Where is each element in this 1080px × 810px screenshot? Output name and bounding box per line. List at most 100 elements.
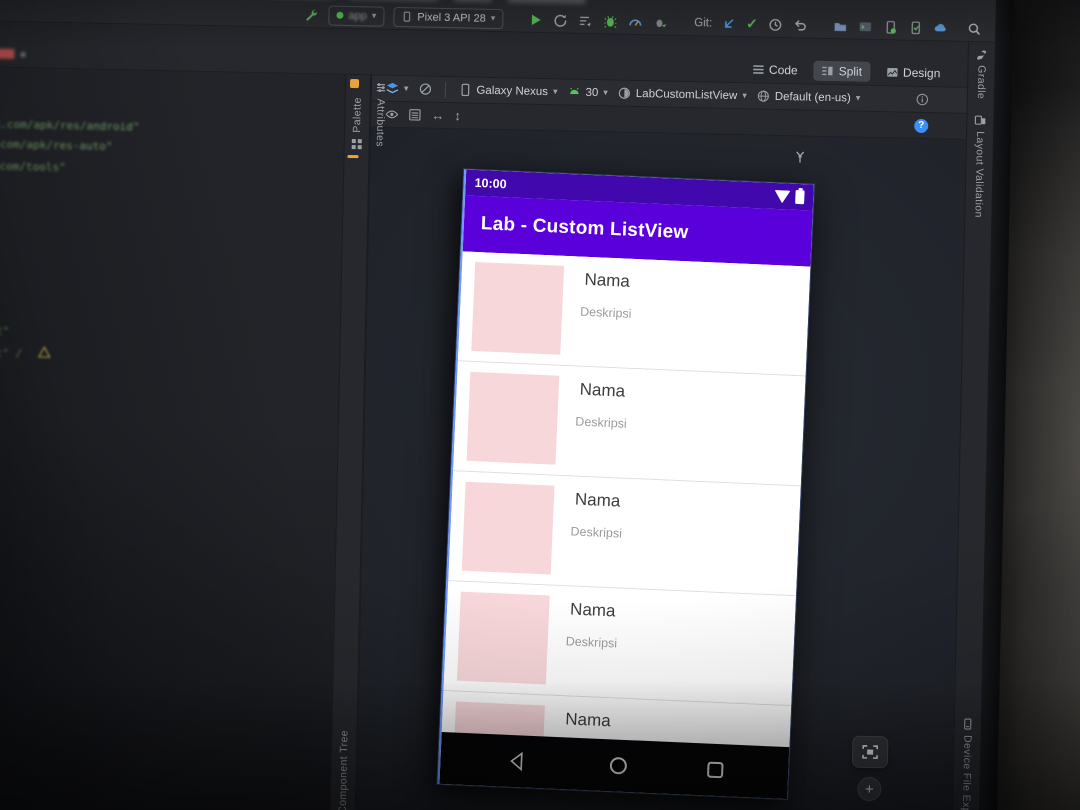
device-for-preview-dropdown[interactable]: Galaxy Nexus ▾ [458,83,558,98]
layout-list-icon[interactable] [408,108,421,121]
tab-split-label: Split [838,64,863,79]
split-mode-icon [822,66,833,76]
device-manager-icon[interactable] [882,19,898,35]
chevron-down-icon: ▾ [603,87,608,98]
run-icon[interactable] [527,11,543,27]
preview-device-label: Galaxy Nexus [476,84,549,98]
device-streaming-icon[interactable] [932,20,948,36]
theme-dropdown[interactable]: LabCustomListView ▾ [618,87,747,103]
chevron-down-icon: ▾ [552,86,558,97]
list-item[interactable]: Nama Deskripsi [448,471,801,597]
device-label: Pixel 3 API 28 [417,10,486,25]
app-title: Lab - Custom ListView [480,213,689,244]
listview[interactable]: Nama Deskripsi Nama Deskripsi Nama Deskr… [441,251,811,748]
item-description: Deskripsi [575,414,628,431]
list-item[interactable]: Nama Deskripsi [453,361,806,487]
android-studio-window: app ▾ Pixel 3 API 28 ▾ Git: ✓ Code Split… [0,0,1015,810]
palette-tab[interactable]: Palette [345,97,370,150]
help-icon[interactable]: ? [914,118,929,133]
attributes-tab-label: Attributes [373,98,387,148]
apply-code-changes-icon[interactable] [577,12,593,28]
photo-stage: app ▾ Pixel 3 API 28 ▾ Git: ✓ Code Split… [0,0,1080,810]
phone-preview[interactable]: 10:00 Lab - Custom ListView Nama Deskrip… [436,168,815,801]
battery-icon [795,189,805,205]
git-rollback-icon[interactable] [792,17,808,33]
layout-validation-tab[interactable]: Layout Validation [965,114,993,218]
item-image-placeholder [471,261,565,355]
tab-split[interactable]: Split [813,60,871,82]
debug-icon[interactable] [602,13,618,29]
design-canvas[interactable]: 10:00 Lab - Custom ListView Nama Deskrip… [355,127,966,810]
design-mode-icon [886,67,898,77]
nav-home-button[interactable] [607,754,630,777]
no-render-icon [419,83,431,95]
tab-code-label: Code [768,62,798,78]
list-item[interactable]: Nama Deskripsi [457,251,811,377]
code-editor[interactable]: sk.com/apk/res/android"s.com/apk/res-aut… [0,67,346,810]
render-options-wrench-icon[interactable] [794,150,805,166]
chevron-down-icon: ▾ [855,92,861,103]
item-name: Nama [564,709,612,731]
git-history-icon[interactable] [767,16,783,32]
editor-vignette [0,67,346,810]
layout-validation-icon [974,115,986,125]
gradle-tab-label: Gradle [974,65,988,100]
tab-design[interactable]: Design [878,62,949,83]
inspection-warning-marker[interactable] [349,78,360,89]
zoom-controls: + − [851,735,889,810]
view-options-toggle[interactable] [418,82,431,95]
tab-code[interactable]: Code [744,59,806,80]
attributes-tab[interactable]: Attributes [371,81,390,147]
layout-validation-tab-label: Layout Validation [972,131,987,218]
item-name: Nama [579,379,626,401]
theme-icon [618,87,630,99]
code-mode-icon [752,65,764,74]
api-version-dropdown[interactable]: 30 ▾ [567,86,608,100]
running-devices-icon[interactable] [907,19,923,35]
editor-mode-tabs: Code Split Design [744,59,949,83]
device-file-explorer-tab[interactable]: Device File Explorer [952,718,980,810]
search-icon[interactable] [966,20,982,36]
run-config-status-dot [336,11,344,19]
run-config-dropdown[interactable]: app ▾ [328,5,385,27]
attach-debugger-icon[interactable] [652,14,668,30]
git-label: Git: [694,16,713,30]
tab-design-label: Design [902,65,941,81]
globe-icon [757,90,769,102]
info-icon[interactable] [916,93,929,106]
git-update-icon[interactable] [721,15,737,31]
locale-dropdown[interactable]: Default (en-us) ▾ [757,90,861,105]
wifi-icon [774,189,791,204]
editor-tab-close-icon[interactable] [20,51,26,57]
device-dropdown[interactable]: Pixel 3 API 28 ▾ [393,6,504,29]
gradle-tab[interactable]: Gradle [968,48,995,99]
build-icon[interactable] [303,7,319,23]
zoom-in-button[interactable]: + [857,776,882,802]
menu-item-blur[interactable] [453,0,492,2]
item-name: Nama [574,489,621,511]
component-tree-tab-label: Component Tree [336,730,351,810]
layout-height-icon[interactable]: ↕ [454,108,461,123]
menu-item-blur[interactable] [349,0,438,1]
git-commit-icon[interactable]: ✓ [746,15,758,32]
gradle-icon [977,50,987,60]
item-description: Deskripsi [565,634,618,651]
status-time: 10:00 [474,175,507,192]
logcat-icon[interactable] [857,18,873,34]
palette-icon [351,138,362,149]
chevron-down-icon: ▾ [742,90,747,101]
list-item[interactable]: Nama Deskripsi [443,581,796,707]
nav-back-button[interactable] [506,750,529,773]
menu-item-blur[interactable] [507,0,586,4]
profile-icon[interactable] [627,13,643,29]
editor-tab[interactable] [0,48,26,59]
scrollbar-warning-marker[interactable] [347,154,359,159]
nav-recents-button[interactable] [704,758,727,781]
project-structure-icon[interactable] [832,18,848,34]
run-config-label: app [348,9,367,22]
zoom-to-fit-button[interactable] [851,735,889,769]
layout-width-icon[interactable]: ↔ [431,108,444,123]
apply-changes-icon[interactable] [552,12,568,28]
item-image-placeholder [466,371,560,465]
component-tree-tab[interactable]: Component Tree [330,730,356,810]
